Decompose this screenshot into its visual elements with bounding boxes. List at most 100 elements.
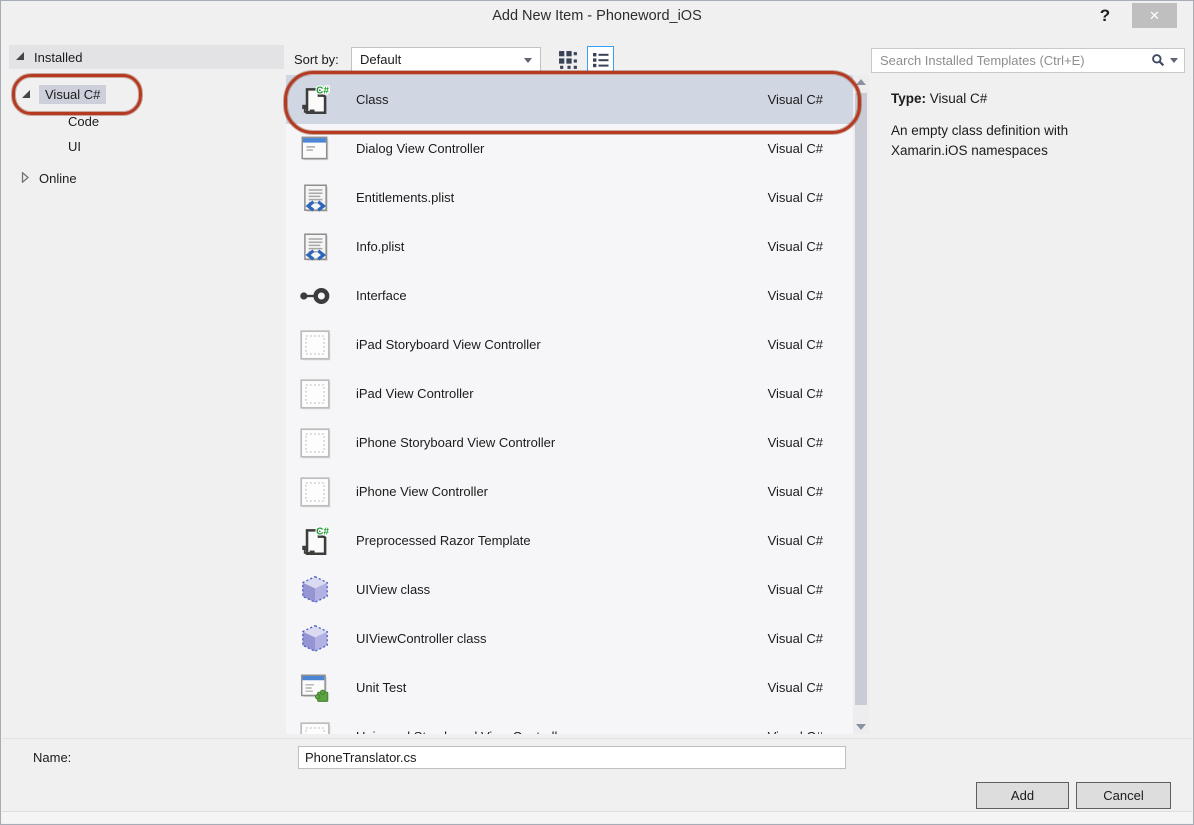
help-button[interactable]: ? bbox=[1093, 3, 1117, 29]
plist-icon bbox=[298, 181, 332, 215]
template-item-ipad-view-controller[interactable]: iPad View Controller Visual C# bbox=[286, 369, 853, 418]
template-type-label: Visual C# bbox=[768, 435, 823, 450]
template-item-uiviewcontroller-class[interactable]: UIViewController class Visual C# bbox=[286, 614, 853, 663]
add-button[interactable]: Add bbox=[976, 782, 1069, 809]
title-bar: Add New Item - Phoneword_iOS ? ✕ bbox=[1, 1, 1193, 31]
template-type-label: Visual C# bbox=[768, 631, 823, 646]
type-value: Visual C# bbox=[930, 91, 988, 106]
dotted-square-icon bbox=[298, 475, 332, 509]
expanded-triangle-icon bbox=[15, 48, 25, 66]
name-input[interactable] bbox=[298, 746, 846, 769]
template-type-label: Visual C# bbox=[768, 484, 823, 499]
template-item-iphone-view-controller[interactable]: iPhone View Controller Visual C# bbox=[286, 467, 853, 516]
search-box bbox=[871, 48, 1185, 73]
template-name: iPad Storyboard View Controller bbox=[356, 337, 768, 352]
dotted-square-icon bbox=[298, 377, 332, 411]
template-item-unit-test[interactable]: Unit Test Visual C# bbox=[286, 663, 853, 712]
collapsed-triangle-icon bbox=[20, 171, 30, 186]
template-type-label: Visual C# bbox=[768, 582, 823, 597]
dotted-square-icon bbox=[298, 328, 332, 362]
chevron-down-icon bbox=[524, 58, 532, 63]
sort-by-label: Sort by: bbox=[294, 47, 339, 73]
template-name: Unit Test bbox=[356, 680, 768, 695]
template-item-entitlements-plist[interactable]: Entitlements.plist Visual C# bbox=[286, 173, 853, 222]
interface-icon bbox=[298, 279, 332, 313]
template-item-interface[interactable]: Interface Visual C# bbox=[286, 271, 853, 320]
bottom-separator bbox=[2, 738, 1192, 739]
sidebar-item-code[interactable]: Code bbox=[68, 114, 99, 129]
search-input[interactable] bbox=[872, 49, 1150, 72]
visual-csharp-label: Visual C# bbox=[39, 85, 106, 104]
sort-by-dropdown[interactable]: Default bbox=[351, 47, 541, 73]
description-line: An empty class definition with bbox=[891, 121, 1181, 141]
search-controls[interactable] bbox=[1151, 53, 1178, 68]
template-type-label: Visual C# bbox=[768, 190, 823, 205]
list-view-button[interactable] bbox=[587, 46, 614, 73]
template-type-label: Visual C# bbox=[768, 729, 823, 734]
chevron-down-icon bbox=[1170, 58, 1178, 63]
sidebar-item-ui[interactable]: UI bbox=[68, 139, 81, 154]
list-view-icon bbox=[591, 50, 611, 70]
sidebar-item-online[interactable]: Online bbox=[20, 171, 77, 186]
template-type-label: Visual C# bbox=[768, 533, 823, 548]
small-icons-view-button[interactable] bbox=[557, 49, 580, 72]
csharp-class-icon bbox=[298, 83, 332, 117]
template-name: iPad View Controller bbox=[356, 386, 768, 401]
template-item-iphone-storyboard-view-controller[interactable]: iPhone Storyboard View Controller Visual… bbox=[286, 418, 853, 467]
template-item-uiview-class[interactable]: UIView class Visual C# bbox=[286, 565, 853, 614]
template-type-label: Visual C# bbox=[768, 92, 823, 107]
expanded-triangle-icon bbox=[21, 87, 31, 102]
type-label: Type: bbox=[891, 91, 926, 106]
template-name: iPhone View Controller bbox=[356, 484, 768, 499]
scrollbar-thumb[interactable] bbox=[855, 93, 867, 705]
ui-label: UI bbox=[68, 139, 81, 154]
cube-icon bbox=[298, 622, 332, 656]
template-type-row: Type: Visual C# bbox=[891, 91, 987, 106]
dotted-square-icon bbox=[298, 720, 332, 735]
template-name: Dialog View Controller bbox=[356, 141, 768, 156]
code-label: Code bbox=[68, 114, 99, 129]
cube-icon bbox=[298, 573, 332, 607]
arrow-down-icon bbox=[856, 724, 866, 730]
sidebar-item-visual-csharp[interactable]: Visual C# bbox=[21, 85, 106, 104]
scroll-up-button[interactable] bbox=[853, 75, 869, 89]
plist-icon bbox=[298, 230, 332, 264]
template-type-label: Visual C# bbox=[768, 239, 823, 254]
footer-strip bbox=[2, 811, 1192, 823]
dialog-window-icon bbox=[298, 132, 332, 166]
sidebar-item-installed[interactable]: Installed bbox=[9, 45, 284, 69]
template-list: Class Visual C# Dialog View Controller V… bbox=[286, 75, 853, 734]
list-scrollbar[interactable] bbox=[853, 75, 869, 734]
template-type-label: Visual C# bbox=[768, 386, 823, 401]
search-icon bbox=[1151, 53, 1166, 68]
template-type-label: Visual C# bbox=[768, 141, 823, 156]
small-icons-view-icon bbox=[558, 50, 579, 71]
online-label: Online bbox=[39, 171, 77, 186]
template-name: Universal Storyboard View Controller bbox=[356, 729, 768, 734]
add-new-item-dialog: Add New Item - Phoneword_iOS ? ✕ Install… bbox=[0, 0, 1194, 825]
template-item-dialog-view-controller[interactable]: Dialog View Controller Visual C# bbox=[286, 124, 853, 173]
template-item-info-plist[interactable]: Info.plist Visual C# bbox=[286, 222, 853, 271]
template-item-preprocessed-razor-template[interactable]: Preprocessed Razor Template Visual C# bbox=[286, 516, 853, 565]
template-name: Interface bbox=[356, 288, 768, 303]
template-type-label: Visual C# bbox=[768, 337, 823, 352]
template-item-class[interactable]: Class Visual C# bbox=[286, 75, 853, 124]
template-name: Preprocessed Razor Template bbox=[356, 533, 768, 548]
template-name: UIView class bbox=[356, 582, 768, 597]
template-type-label: Visual C# bbox=[768, 288, 823, 303]
csharp-class-icon bbox=[298, 524, 332, 558]
template-type-label: Visual C# bbox=[768, 680, 823, 695]
scroll-down-button[interactable] bbox=[853, 720, 869, 734]
template-name: Class bbox=[356, 92, 768, 107]
template-item-ipad-storyboard-view-controller[interactable]: iPad Storyboard View Controller Visual C… bbox=[286, 320, 853, 369]
name-label: Name: bbox=[33, 745, 71, 771]
template-item-universal-storyboard-view-controller[interactable]: Universal Storyboard View Controller Vis… bbox=[286, 712, 853, 734]
dialog-title: Add New Item - Phoneword_iOS bbox=[1, 1, 1193, 31]
sort-by-value: Default bbox=[360, 48, 401, 72]
installed-label: Installed bbox=[34, 50, 82, 65]
cancel-button[interactable]: Cancel bbox=[1076, 782, 1171, 809]
template-name: iPhone Storyboard View Controller bbox=[356, 435, 768, 450]
close-button[interactable]: ✕ bbox=[1132, 3, 1177, 28]
dotted-square-icon bbox=[298, 426, 332, 460]
unit-test-icon bbox=[298, 671, 332, 705]
